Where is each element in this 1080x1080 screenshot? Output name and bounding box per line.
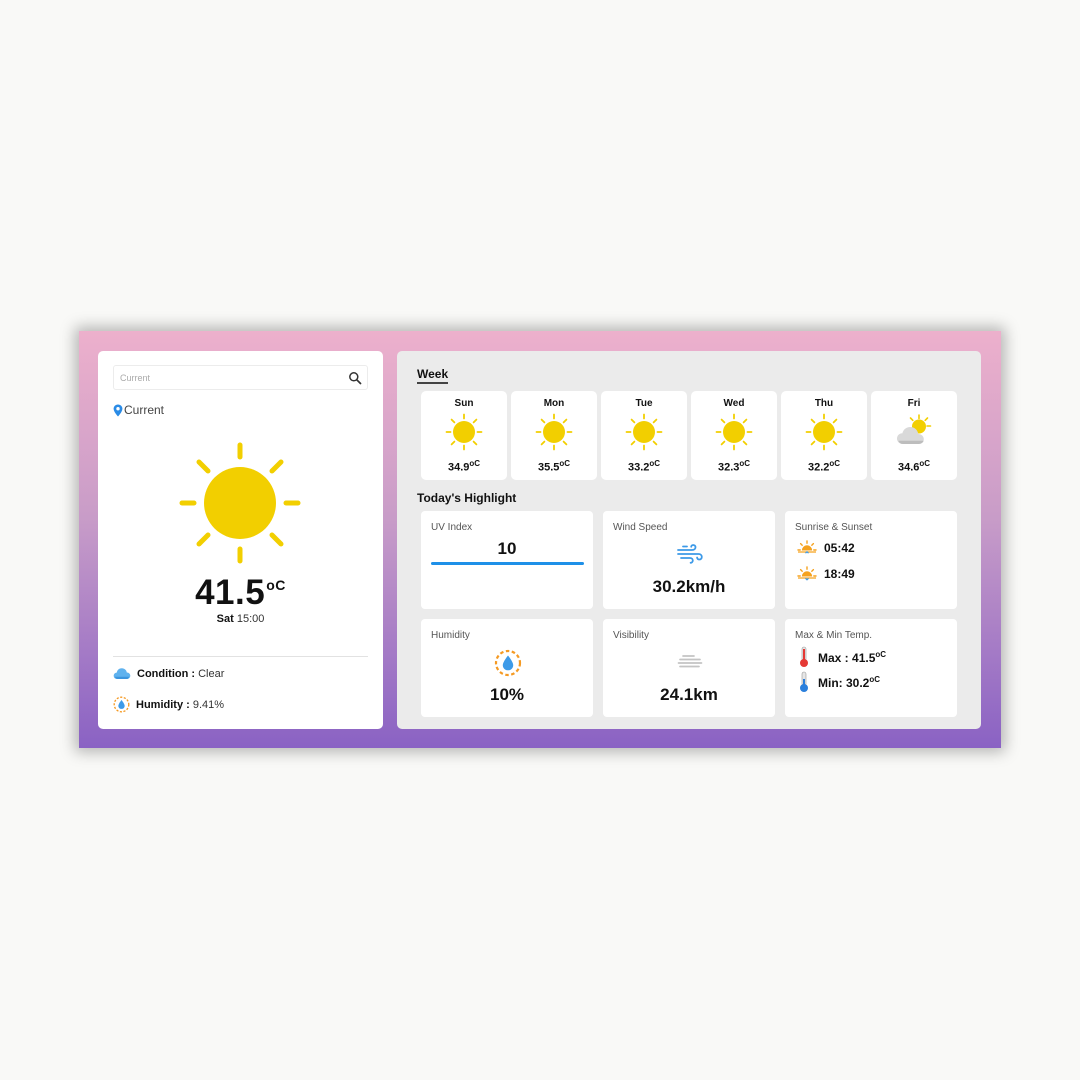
day-card: Mon 35.5oC: [511, 391, 597, 480]
sun-icon: [625, 413, 663, 451]
sun-icon: [445, 413, 483, 451]
search-box: [113, 365, 368, 390]
day-name: Sun: [454, 398, 474, 409]
forecast-panel: Week Sun 34.9oC Mon 35.5oC Tue 33.2oC We…: [397, 351, 981, 729]
day-temp: 33.2oC: [627, 459, 661, 474]
day-card: Wed 32.3oC: [691, 391, 777, 480]
thermometer-icon: [800, 671, 808, 692]
condition-value: Clear: [198, 667, 225, 680]
uv-index-bar: [431, 562, 584, 565]
uv-index-value: 10: [497, 539, 517, 558]
fog-icon: [677, 655, 703, 668]
sunset-time: 18:49: [824, 566, 855, 581]
sunrise-sunset-card: Sunrise & Sunset 05:42 18:49: [785, 511, 957, 609]
humidity-icon: [494, 649, 522, 677]
cloud-icon: [113, 668, 131, 679]
partly-cloudy-icon: [897, 414, 932, 444]
day-temp: 34.9oC: [447, 459, 481, 474]
location: Current: [113, 402, 164, 418]
humidity-label: Humidity :: [136, 698, 190, 711]
current-temp-value: 41.5: [195, 573, 266, 612]
card-label: UV Index: [431, 522, 473, 533]
condition-label: Condition :: [137, 667, 196, 680]
sunset-row: 18:49: [797, 566, 855, 581]
uv-index-card: UV Index 10: [421, 511, 593, 609]
wind-speed-card: Wind Speed 30.2km/h: [603, 511, 775, 609]
sunrise-time: 05:42: [824, 540, 855, 555]
humidity-card: Humidity 10%: [421, 619, 593, 717]
current-temperature: 41.5oC: [98, 573, 383, 613]
day-card: Sun 34.9oC: [421, 391, 507, 480]
current-time: 15:00: [236, 613, 265, 625]
temp-unit: oC: [875, 649, 887, 659]
day-name: Thu: [814, 398, 834, 409]
max-temp-label: Max :: [818, 650, 849, 665]
card-label: Humidity: [431, 630, 470, 641]
day-card: Thu 32.2oC: [781, 391, 867, 480]
week-tab[interactable]: Week: [417, 367, 449, 384]
day-name: Fri: [907, 398, 921, 409]
humidity-row: Humidity : 9.41%: [113, 696, 224, 713]
thermometer-icon: [800, 646, 808, 667]
current-weather-panel: Current 41.5oC Sat 15:00: [98, 351, 383, 729]
card-label: Wind Speed: [613, 522, 668, 533]
current-day: Sat: [216, 613, 234, 625]
sunrise-row: 05:42: [797, 540, 855, 555]
current-day-time: Sat 15:00: [98, 613, 383, 625]
search-icon[interactable]: [348, 371, 362, 385]
visibility-value: 24.1km: [660, 685, 718, 704]
day-card: Tue 33.2oC: [601, 391, 687, 480]
week-forecast: Sun 34.9oC Mon 35.5oC Tue 33.2oC Wed 32.…: [421, 391, 957, 480]
min-temp-label: Min:: [818, 675, 843, 690]
day-temp: 32.3oC: [717, 459, 751, 474]
sun-icon: [179, 442, 301, 564]
visibility-card: Visibility 24.1km: [603, 619, 775, 717]
humidity-value: 10%: [489, 685, 525, 704]
min-temp-value: 30.2: [846, 675, 870, 690]
max-min-temp-card: Max & Min Temp. Max : 41.5oC Min: 30.2oC: [785, 619, 957, 717]
location-label: Current: [124, 403, 165, 417]
sun-icon: [535, 413, 573, 451]
day-name: Tue: [635, 398, 653, 409]
wind-icon: [677, 544, 703, 564]
highlights-title: Today's Highlight: [417, 491, 517, 505]
temp-unit: oC: [869, 674, 881, 684]
sunset-icon: [797, 566, 817, 581]
card-label: Max & Min Temp.: [795, 630, 873, 641]
card-label: Visibility: [613, 630, 649, 641]
day-name: Mon: [543, 398, 565, 409]
sunrise-icon: [797, 540, 817, 554]
current-temp-unit: oC: [266, 577, 286, 593]
day-temp: 34.6oC: [897, 459, 931, 474]
weather-app: Current 41.5oC Sat 15:00: [79, 331, 1001, 748]
day-name: Wed: [723, 398, 745, 409]
card-label: Sunrise & Sunset: [795, 522, 873, 533]
sun-icon: [715, 413, 753, 451]
day-card: Fri 34.6oC: [871, 391, 957, 480]
max-temp-row: Max : 41.5oC: [799, 646, 886, 668]
location-pin-icon: [113, 404, 123, 416]
sun-icon: [805, 413, 843, 451]
day-temp: 35.5oC: [537, 459, 571, 474]
highlights-grid: UV Index 10 Wind Speed 30.2km/h Sunrise …: [421, 511, 957, 717]
min-temp-row: Min: 30.2oC: [799, 671, 880, 693]
humidity-icon: [113, 696, 130, 713]
search-input[interactable]: [120, 369, 340, 387]
day-temp: 32.2oC: [807, 459, 841, 474]
max-temp-value: 41.5: [852, 650, 876, 665]
wind-speed-value: 30.2km/h: [652, 577, 726, 596]
divider: [113, 656, 368, 657]
condition-row: Condition : Clear: [113, 667, 224, 680]
humidity-value: 9.41%: [192, 698, 225, 711]
